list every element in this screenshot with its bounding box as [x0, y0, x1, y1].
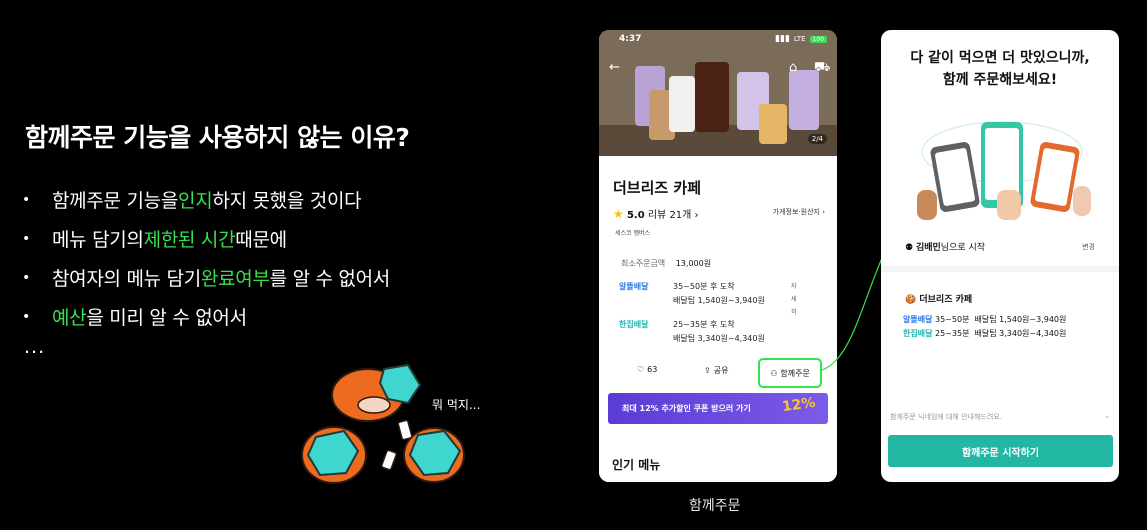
- reason-highlight: 완료여부: [200, 268, 270, 290]
- screen-caption: 함께주문: [689, 498, 741, 514]
- nickname-notice[interactable]: 함께주문 닉네임에 대해 안내해드려요. ⌄: [890, 412, 1110, 422]
- coupon-badge: 12%: [781, 394, 817, 416]
- slide-title: 함께주문 기능을 사용하지 않는 이유?: [25, 123, 410, 152]
- mascot-head-right: [403, 427, 465, 483]
- delivery-tip: 배달팁 1,540원~3,940원: [673, 296, 765, 305]
- delivery-time: 25~35분: [935, 329, 970, 338]
- delivery-option-row: 알뜰배달 35~50분 후 도착 자세히: [619, 280, 797, 316]
- network-label: LTE: [793, 35, 806, 43]
- reason-highlight: 인지: [178, 190, 213, 212]
- delivery-brand: 알뜰배달: [619, 282, 649, 291]
- reason-text: 메뉴 담기의: [52, 229, 144, 251]
- delivery-brand: 한집배달: [903, 329, 933, 338]
- store-page-screen: 4:37 ▮▮▮ LTE 100 ← ⌂ ⛟ 2/4 더브리즈 카페 ★ 5.0…: [599, 30, 837, 482]
- like-button[interactable]: ♡ 63: [637, 365, 657, 374]
- reason-item: • 함께주문 기능을 인지 하지 못했을 것이다: [22, 180, 390, 219]
- user-suffix: 님으로 시작: [940, 243, 986, 253]
- back-arrow-icon[interactable]: ←: [609, 60, 620, 75]
- reason-text: 를 알 수 없어서: [269, 268, 391, 290]
- mascot-illustration: [301, 363, 465, 484]
- bullet-dot: •: [22, 191, 30, 208]
- delivery-tip: 배달팁 1,540원~3,940원: [974, 315, 1067, 324]
- reason-item: • 참여자의 메뉴 담기 완료여부 를 알 수 없어서: [22, 258, 390, 297]
- store-name: 더브리즈 카페: [919, 295, 973, 305]
- signal-icon: ▮▮▮: [775, 34, 790, 44]
- section-divider: [881, 266, 1119, 272]
- reason-item: • 예산 을 미리 알 수 없어서: [22, 297, 390, 336]
- coupon-text: 최대 12% 추가할인 쿠폰 받으러 가기: [622, 404, 751, 413]
- store-info-link[interactable]: 가게정보·원산지 ›: [773, 207, 825, 217]
- reason-text: 하지 못했을 것이다: [212, 190, 362, 212]
- user-name: 김배민: [915, 243, 941, 253]
- image-counter: 2/4: [807, 134, 827, 144]
- group-order-illustration: [917, 121, 1091, 220]
- delivery-brand: 알뜰배달: [903, 315, 933, 324]
- reason-highlight: 제한된 시간: [143, 229, 236, 251]
- delivery-tip: 배달팁 3,340원~4,340원: [673, 334, 765, 343]
- membership-label: 세스코 멤버스: [615, 230, 651, 237]
- min-order-label: 최소주문금액: [621, 259, 666, 268]
- share-icon: ⇪: [704, 366, 711, 375]
- bullet-dot: •: [22, 308, 30, 325]
- mascot-head-top: [331, 363, 422, 422]
- action-bar: ♡ 63 ⇪ 공유 ⚇ 함께주문: [599, 358, 837, 388]
- delivery-tip: 배달팁 3,340원~4,340원: [974, 329, 1067, 338]
- rating-row: ★ 5.0 리뷰 21개 › 가게정보·원산지 ›: [613, 206, 825, 221]
- bullet-dot: •: [22, 230, 30, 247]
- delivery-time: 35~50분 후 도착: [673, 282, 735, 291]
- add-user-icon: ⚇: [770, 368, 778, 378]
- reason-text: 함께주문 기능을: [52, 190, 179, 212]
- chevron-down-icon: ⌄: [1104, 412, 1110, 420]
- bullet-dot: •: [22, 269, 30, 286]
- reason-highlight: 예산: [52, 307, 87, 329]
- delivery-time: 35~50분: [935, 315, 970, 324]
- delivery-option-row: 한집배달 25~35분 배달팁 3,340원~4,340원: [903, 328, 1066, 339]
- review-link[interactable]: 리뷰 21개 ›: [648, 210, 699, 221]
- user-row: ⚉ 김배민님으로 시작 변경: [905, 240, 1095, 253]
- reason-text: 을 미리 알 수 없어서: [86, 307, 247, 329]
- delivery-time: 25~35분 후 도착: [673, 320, 735, 329]
- like-count: 63: [647, 365, 658, 374]
- store-logo-icon: 🍪: [905, 295, 917, 305]
- home-icon[interactable]: ⌂: [789, 60, 797, 75]
- delivery-option-row: 한집배달 25~35분 후 도착: [619, 318, 735, 331]
- delivery-brand: 한집배달: [619, 320, 649, 329]
- mascot-caption: 뭐 먹지...: [432, 398, 481, 412]
- share-button[interactable]: ⇪ 공유: [704, 365, 728, 376]
- store-hero-image: 4:37 ▮▮▮ LTE 100 ← ⌂ ⛟ 2/4: [599, 30, 837, 156]
- change-button[interactable]: 변경: [1082, 242, 1095, 252]
- group-order-heading: 다 같이 먹으면 더 맛있으니까, 함께 주문해보세요!: [910, 50, 1090, 88]
- status-bar: 4:37 ▮▮▮ LTE 100: [599, 34, 837, 48]
- share-label: 공유: [713, 366, 729, 375]
- user-icon: ⚉: [905, 243, 914, 253]
- drinks-photo: [599, 30, 837, 156]
- group-order-label: 함께주문: [780, 368, 810, 378]
- status-time: 4:37: [619, 34, 642, 44]
- min-order-value: 13,000원: [675, 259, 712, 268]
- group-order-button[interactable]: ⚇ 함께주문: [758, 358, 822, 388]
- heart-icon: ♡: [637, 365, 645, 374]
- store-name: 더브리즈 카페: [613, 179, 702, 197]
- mascot-head-left: [301, 426, 367, 484]
- group-order-screen: 다 같이 먹으면 더 맛있으니까, 함께 주문해보세요! ⚉ 김배민님으로 시작…: [881, 30, 1119, 482]
- detail-link[interactable]: 자세히: [791, 280, 797, 319]
- star-icon: ★: [613, 207, 624, 221]
- coupon-banner[interactable]: 최대 12% 추가할인 쿠폰 받으러 가기 12%: [608, 393, 828, 424]
- battery-icon: 100: [809, 35, 827, 43]
- connector-line: [821, 257, 883, 371]
- reason-text: 때문에: [235, 229, 287, 251]
- min-order-row: 최소주문금액 13,000원: [621, 258, 711, 269]
- popular-menu-heading: 인기 메뉴: [612, 458, 661, 472]
- reason-text: 참여자의 메뉴 담기: [52, 268, 201, 290]
- ellipsis: ...: [24, 336, 46, 358]
- store-info-card: 더브리즈 카페 ★ 5.0 리뷰 21개 › 가게정보·원산지 › 세스코 멤버…: [599, 156, 837, 482]
- rating-score: 5.0: [626, 210, 645, 221]
- store-row: 🍪 더브리즈 카페: [905, 292, 972, 305]
- reason-list: • 함께주문 기능을 인지 하지 못했을 것이다 • 메뉴 담기의 제한된 시간 …: [22, 180, 390, 336]
- delivery-option-row: 알뜰배달 35~50분 배달팁 1,540원~3,940원: [903, 314, 1066, 325]
- reason-item: • 메뉴 담기의 제한된 시간 때문에: [22, 219, 390, 258]
- cart-icon[interactable]: ⛟: [814, 60, 830, 77]
- start-group-order-button[interactable]: 함께주문 시작하기: [888, 435, 1113, 467]
